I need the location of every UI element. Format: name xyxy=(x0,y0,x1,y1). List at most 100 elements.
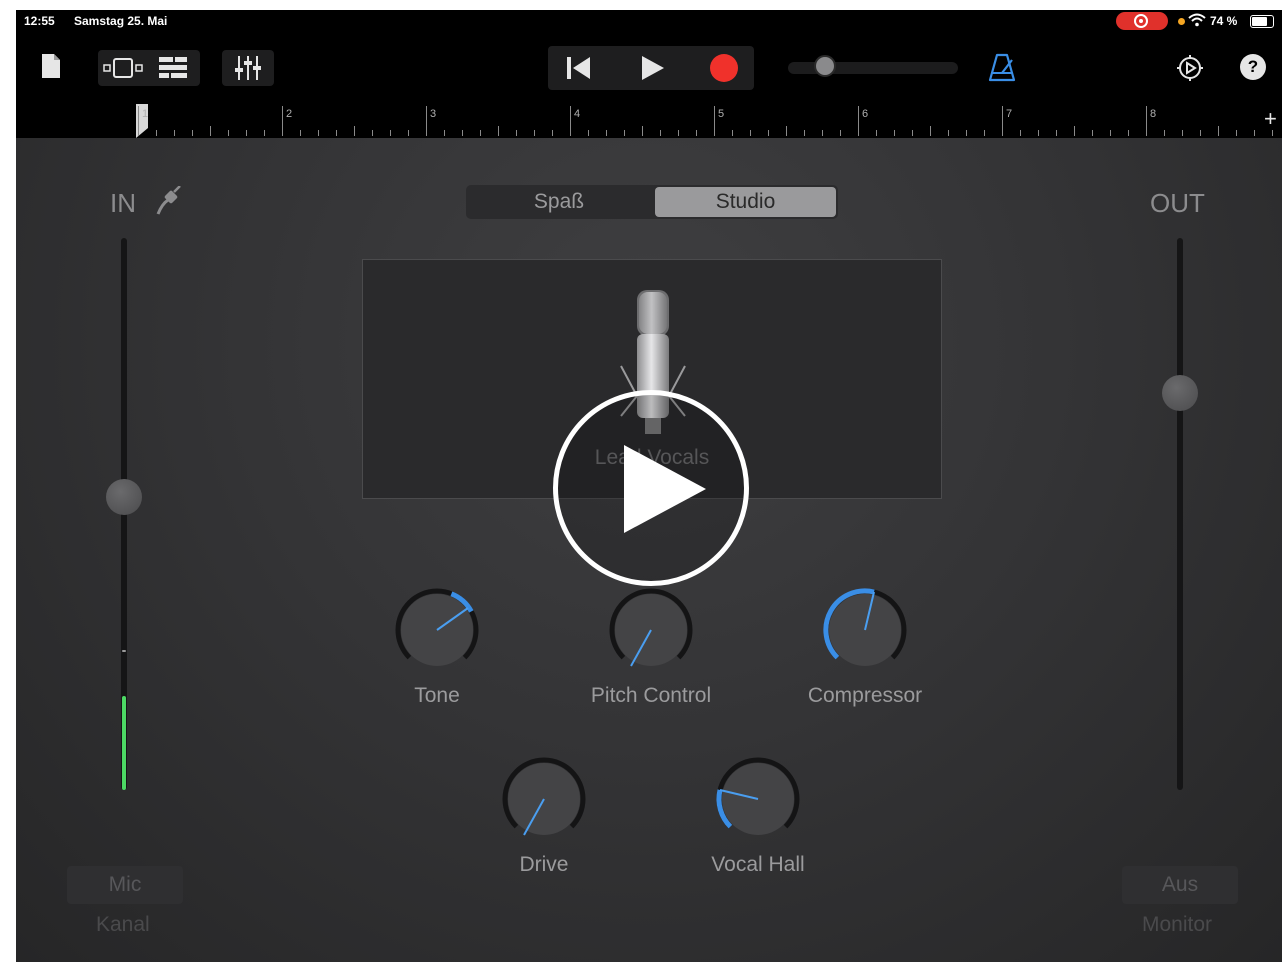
ruler-beat-tick xyxy=(768,130,769,136)
ruler-bar-number: 1 xyxy=(142,108,149,120)
ruler-beat-tick xyxy=(822,130,823,136)
input-meter xyxy=(122,696,126,790)
input-label: IN xyxy=(110,188,136,218)
status-bar: 12:55 Samstag 25. Mai 74 % xyxy=(16,10,1282,32)
ruler-beat-tick xyxy=(588,130,589,136)
ruler-beat-tick xyxy=(840,130,841,136)
ruler-beat-tick xyxy=(966,130,967,136)
list-view-icon[interactable] xyxy=(158,54,188,82)
mic-in-use-dot xyxy=(1178,18,1185,25)
ruler-beat-tick xyxy=(894,130,895,136)
ruler-beat-tick xyxy=(444,130,445,136)
tone-label: Tone xyxy=(414,684,460,707)
drive-knob[interactable] xyxy=(497,752,591,846)
ruler-beat-tick xyxy=(732,130,733,136)
ruler-beat-tick xyxy=(354,126,355,136)
ruler-beat-tick xyxy=(210,126,211,136)
ruler-beat-tick xyxy=(606,130,607,136)
mode-option-studio[interactable]: Studio xyxy=(655,187,836,217)
ruler-bar-tick xyxy=(426,106,427,136)
pitch-control-knob[interactable] xyxy=(604,583,698,677)
ruler-beat-tick xyxy=(498,126,499,136)
ruler-beat-tick xyxy=(534,130,535,136)
ruler-bar-number: 5 xyxy=(718,108,725,120)
ruler-beat-tick xyxy=(876,130,877,136)
battery-percent: 74 % xyxy=(1210,14,1238,28)
ruler-bar-tick xyxy=(570,106,571,136)
vocal-hall-knob[interactable] xyxy=(711,752,805,846)
ruler-beat-tick xyxy=(1110,130,1111,136)
output-level-knob[interactable] xyxy=(1162,374,1198,411)
ruler-beat-tick xyxy=(1200,130,1201,136)
document-icon[interactable] xyxy=(40,52,62,80)
play-icon[interactable] xyxy=(638,54,666,82)
ruler-beat-tick xyxy=(696,130,697,136)
mixer-icon[interactable] xyxy=(234,54,262,82)
ruler-bar-number: 3 xyxy=(430,108,437,120)
channel-button[interactable]: Mic xyxy=(67,866,183,904)
vocal-hall-label: Vocal Hall xyxy=(711,853,805,876)
ruler-beat-tick xyxy=(264,130,265,136)
ruler-beat-tick xyxy=(516,130,517,136)
help-icon[interactable]: ? xyxy=(1240,54,1266,80)
ruler-beat-tick xyxy=(1254,130,1255,136)
ruler-bar-tick xyxy=(282,106,283,136)
ruler-beat-tick xyxy=(1218,126,1219,136)
timeline-ruler[interactable]: + 1 2 3 4 5 6 7 8 xyxy=(16,104,1282,138)
screen-recording-indicator[interactable] xyxy=(1116,12,1168,30)
ruler-beat-tick xyxy=(372,130,373,136)
ruler-bar-tick xyxy=(1002,106,1003,136)
ruler-bar-number: 7 xyxy=(1006,108,1013,120)
record-icon[interactable] xyxy=(708,52,740,84)
add-section-button[interactable]: + xyxy=(1264,106,1277,132)
ruler-bar-tick xyxy=(1146,106,1147,136)
battery-icon xyxy=(1250,15,1274,28)
ruler-beat-tick xyxy=(408,130,409,136)
output-level-slider-track[interactable] xyxy=(1177,238,1183,790)
wifi-icon xyxy=(1188,13,1206,27)
ruler-beat-tick xyxy=(1164,130,1165,136)
settings-icon[interactable] xyxy=(1176,54,1204,82)
video-play-button[interactable] xyxy=(553,390,749,586)
ruler-beat-tick xyxy=(192,130,193,136)
ruler-beat-tick xyxy=(678,130,679,136)
ruler-beat-tick xyxy=(228,130,229,136)
ruler-beat-tick xyxy=(1128,130,1129,136)
ruler-beat-tick xyxy=(174,130,175,136)
rewind-icon[interactable] xyxy=(564,54,592,82)
ruler-beat-tick xyxy=(480,130,481,136)
tone-knob[interactable] xyxy=(390,583,484,677)
ruler-beat-tick xyxy=(1182,130,1183,136)
tracks-view-icon[interactable] xyxy=(102,54,144,82)
ruler-beat-tick xyxy=(1020,130,1021,136)
mode-option-fun[interactable]: Spaß xyxy=(466,185,652,219)
ruler-beat-tick xyxy=(642,126,643,136)
ruler-beat-tick xyxy=(804,130,805,136)
compressor-knob[interactable] xyxy=(818,583,912,677)
ruler-beat-tick xyxy=(462,130,463,136)
metronome-icon[interactable] xyxy=(988,52,1016,84)
status-time: 12:55 xyxy=(24,14,55,28)
mode-segmented-control: Spaß Studio xyxy=(466,185,838,219)
ruler-beat-tick xyxy=(750,130,751,136)
input-cable-icon[interactable] xyxy=(154,186,184,218)
ruler-beat-tick xyxy=(912,130,913,136)
ruler-beat-tick xyxy=(336,130,337,136)
ruler-beat-tick xyxy=(1056,130,1057,136)
ruler-beat-tick xyxy=(660,130,661,136)
input-level-knob[interactable] xyxy=(106,479,142,516)
pitch-control-label: Pitch Control xyxy=(590,684,712,707)
ruler-beat-tick xyxy=(786,126,787,136)
ruler-beat-tick xyxy=(624,130,625,136)
drive-label: Drive xyxy=(519,853,569,876)
ruler-bar-number: 4 xyxy=(574,108,581,120)
ruler-beat-tick xyxy=(1074,126,1075,136)
ruler-beat-tick xyxy=(1236,130,1237,136)
playhead-slider-knob[interactable] xyxy=(814,55,836,77)
monitor-button[interactable]: Aus xyxy=(1122,866,1238,904)
channel-label: Kanal xyxy=(96,913,150,936)
compressor-label: Compressor xyxy=(807,684,923,707)
ruler-bar-tick xyxy=(138,106,139,136)
ruler-bar-number: 6 xyxy=(862,108,869,120)
play-triangle-icon xyxy=(624,445,706,533)
